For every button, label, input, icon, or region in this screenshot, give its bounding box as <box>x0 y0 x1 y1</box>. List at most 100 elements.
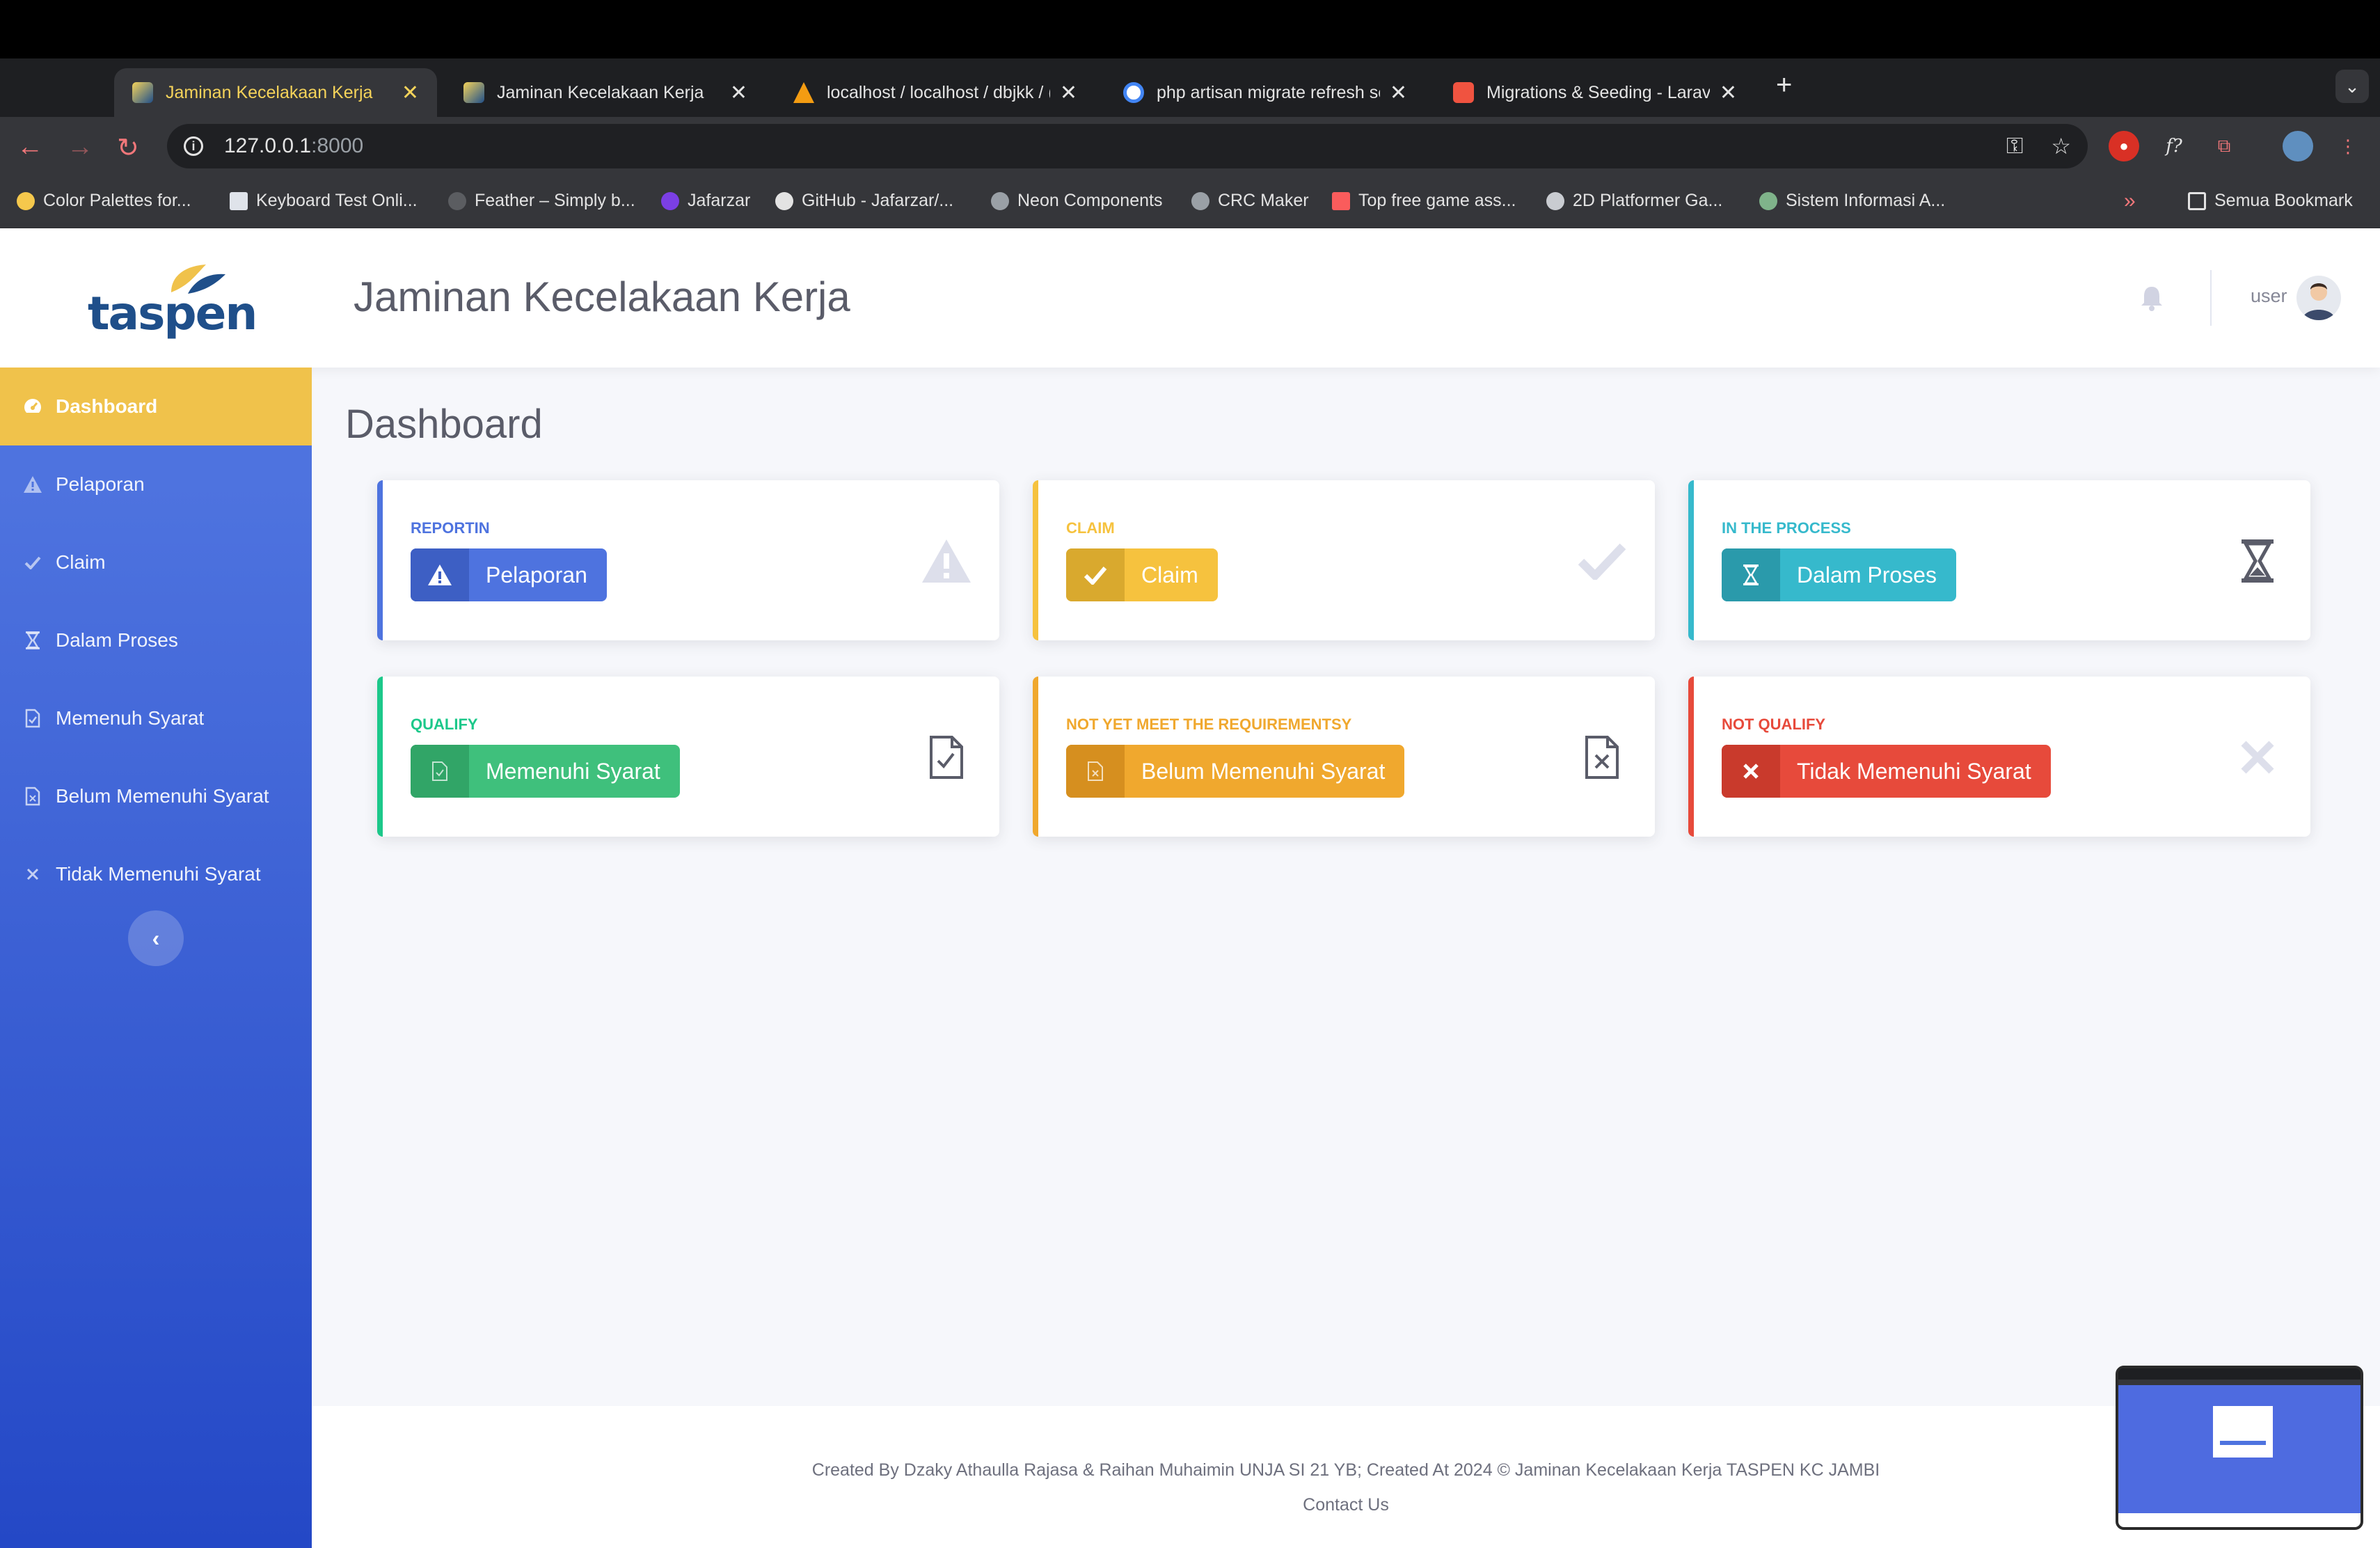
warning-icon <box>411 548 469 601</box>
sidebar-item-label: Claim <box>56 551 106 573</box>
password-key-icon[interactable]: ⚿ <box>2006 133 2023 159</box>
bookmark-label: 2D Platformer Ga... <box>1573 191 1723 210</box>
bookmark-item[interactable]: 2D Platformer Ga... <box>1546 191 1722 211</box>
bell-icon[interactable] <box>2139 284 2164 312</box>
address-bar[interactable]: i 127.0.0.1:8000 ⚿ ☆ <box>167 124 2088 168</box>
globe-icon <box>1191 191 1209 210</box>
button-label: Belum Memenuhi Syarat <box>1141 758 1386 784</box>
bookmark-item[interactable]: Color Palettes for... <box>17 191 191 211</box>
footer-credit: Created By Dzaky Athaulla Rajasa & Raiha… <box>811 1460 1880 1480</box>
browser-tab-4[interactable]: php artisan migrate refresh se ✕ <box>1105 68 1425 117</box>
browser-tab-5[interactable]: Migrations & Seeding - Larave ✕ <box>1435 68 1755 117</box>
user-name[interactable]: user <box>2251 285 2287 307</box>
bookmarks-more-icon[interactable]: » <box>2124 189 2136 213</box>
bookmark-star-icon[interactable]: ☆ <box>2051 133 2071 159</box>
page-title: Dashboard <box>345 402 543 447</box>
google-favicon-icon <box>1123 82 1144 103</box>
dalam-proses-button[interactable]: Dalam Proses <box>1722 548 1956 601</box>
x-icon <box>2230 729 2285 785</box>
tab-title: php artisan migrate refresh se <box>1157 82 1380 102</box>
card-not-qualify: NOT QUALIFY Tidak Memenuhi Syarat <box>1688 677 2310 837</box>
new-tab-button[interactable]: + <box>1776 70 1792 101</box>
logo-text: taspen <box>88 287 257 340</box>
sidebar-item-pelaporan[interactable]: Pelaporan <box>0 445 312 523</box>
bookmark-label: Top free game ass... <box>1358 191 1516 210</box>
card-claim: CLAIM Claim <box>1033 480 1655 640</box>
phpmyadmin-favicon-icon <box>793 82 814 103</box>
bookmark-item[interactable]: Sistem Informasi A... <box>1759 191 1945 211</box>
extension-fx-icon[interactable]: f? <box>2159 131 2189 161</box>
sidebar-item-dalam-proses[interactable]: Dalam Proses <box>0 601 312 679</box>
tab-search-button[interactable]: ⌄ <box>2335 70 2369 103</box>
tab-close-icon[interactable]: ✕ <box>1390 81 1407 105</box>
tab-title: Jaminan Kecelakaan Kerja <box>497 82 704 102</box>
avatar[interactable] <box>2296 276 2341 320</box>
browser-tab-2[interactable]: Jaminan Kecelakaan Kerja ✕ <box>445 68 765 117</box>
browser-menu-icon[interactable]: ⋮ <box>2333 131 2363 161</box>
forward-arrow-icon[interactable]: → <box>67 132 93 162</box>
claim-button[interactable]: Claim <box>1066 548 1218 601</box>
card-reporting: REPORTIN Pelaporan <box>377 480 999 640</box>
belum-memenuhi-syarat-button[interactable]: Belum Memenuhi Syarat <box>1066 745 1405 798</box>
bookmark-item[interactable]: Top free game ass... <box>1332 191 1516 211</box>
browser-tab-3[interactable]: localhost / localhost / dbjkk / ( ✕ <box>775 68 1095 117</box>
card-label: REPORTIN <box>411 519 490 537</box>
tab-close-icon[interactable]: ✕ <box>402 81 419 105</box>
bookmark-label: CRC Maker <box>1218 191 1309 210</box>
bookmark-item[interactable]: CRC Maker <box>1191 191 1309 211</box>
button-label: Dalam Proses <box>1797 562 1937 587</box>
pelaporan-button[interactable]: Pelaporan <box>411 548 607 601</box>
keyboard-icon <box>230 191 248 210</box>
tab-title: Migrations & Seeding - Larave <box>1486 82 1710 102</box>
bookmark-item[interactable]: Keyboard Test Onli... <box>230 191 418 211</box>
taspen-logo[interactable]: taspen <box>88 262 257 340</box>
sidebar-item-dashboard[interactable]: Dashboard <box>0 368 312 445</box>
check-icon <box>22 552 43 573</box>
bookmark-item[interactable]: Feather – Simply b... <box>448 191 635 211</box>
card-label: NOT QUALIFY <box>1722 716 1826 733</box>
tidak-memenuhi-syarat-button[interactable]: Tidak Memenuhi Syarat <box>1722 745 2051 798</box>
picture-in-picture-window[interactable] <box>2116 1366 2363 1530</box>
check-icon <box>1066 548 1125 601</box>
contact-us-link[interactable]: Contact Us <box>312 1495 2380 1515</box>
profile-avatar-icon[interactable] <box>2283 131 2313 161</box>
sidebar-item-claim[interactable]: Claim <box>0 523 312 601</box>
memenuhi-syarat-button[interactable]: Memenuhi Syarat <box>411 745 680 798</box>
file-check-icon <box>22 708 43 729</box>
sidebar: Dashboard Pelaporan Claim Dalam Proses M… <box>0 368 312 1548</box>
all-bookmarks-folder[interactable]: Semua Bookmark <box>2188 191 2353 211</box>
extensions-puzzle-icon[interactable]: ⧉ <box>2209 131 2239 161</box>
site-info-icon[interactable]: i <box>184 136 203 156</box>
bookmark-label: Sistem Informasi A... <box>1786 191 1946 210</box>
taspen-favicon-icon <box>463 82 484 103</box>
tab-close-icon[interactable]: ✕ <box>1060 81 1077 105</box>
pip-thumbnail <box>2118 1368 2361 1527</box>
bookmark-item[interactable]: Neon Components <box>991 191 1162 211</box>
sidebar-item-label: Tidak Memenuhi Syarat <box>56 863 261 885</box>
browser-tab-strip: Jaminan Kecelakaan Kerja ✕ Jaminan Kecel… <box>0 58 2380 117</box>
button-label: Pelaporan <box>486 562 587 587</box>
tab-close-icon[interactable]: ✕ <box>1720 81 1737 105</box>
warning-icon <box>919 533 974 589</box>
back-arrow-icon[interactable]: ← <box>17 132 43 162</box>
browser-tab-1[interactable]: Jaminan Kecelakaan Kerja ✕ <box>114 68 437 117</box>
file-icon <box>22 786 43 807</box>
sidebar-item-belum-memenuhi-syarat[interactable]: Belum Memenuhi Syarat <box>0 757 312 835</box>
github-icon <box>775 191 793 210</box>
laravel-favicon-icon <box>1453 82 1474 103</box>
x-icon <box>22 864 43 885</box>
bookmark-item[interactable]: Jafarzar <box>661 191 750 211</box>
file-icon <box>1066 745 1125 798</box>
bookmark-item[interactable]: GitHub - Jafarzar/... <box>775 191 953 211</box>
sidebar-item-tidak-memenuhi-syarat[interactable]: Tidak Memenuhi Syarat <box>0 835 312 913</box>
url-host: 127.0.0.1 <box>224 134 312 157</box>
tab-close-icon[interactable]: ✕ <box>730 81 747 105</box>
file-x-icon <box>1574 729 1630 785</box>
x-icon <box>1722 745 1780 798</box>
sidebar-item-memenuh-syarat[interactable]: Memenuh Syarat <box>0 679 312 757</box>
extension-red-icon[interactable]: ● <box>2109 131 2139 161</box>
button-label: Memenuhi Syarat <box>486 758 660 784</box>
sidebar-toggle-button[interactable]: ‹ <box>128 910 184 966</box>
reload-icon[interactable]: ↻ <box>117 132 139 164</box>
sidebar-item-label: Dashboard <box>56 395 158 417</box>
